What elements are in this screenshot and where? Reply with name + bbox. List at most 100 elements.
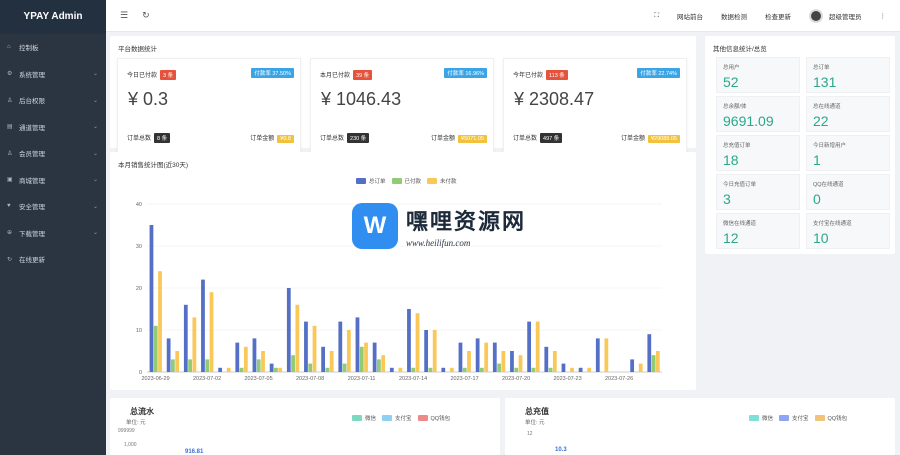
stat-tile-value: 131 (813, 74, 837, 90)
stat-tile-label: QQ在线通道 (813, 182, 844, 188)
bar-2-4 (226, 367, 231, 372)
bar-0-15 (407, 309, 411, 372)
sidebar-item-3[interactable]: ▤ 通道管理 ⌄ (0, 114, 106, 141)
y-tick-label: 10 (136, 328, 142, 334)
bar-1-8 (291, 355, 295, 372)
bar-2-2 (192, 317, 197, 372)
legend-swatch (352, 415, 362, 421)
sidebar-item-1[interactable]: ⚙ 系统管理 ⌄ (0, 61, 106, 88)
more-icon[interactable]: ⋮ (880, 12, 887, 20)
bar-1-13 (377, 359, 381, 372)
stat-tile-value: 12 (723, 230, 739, 246)
sales-chart-panel: 本月销售统计图(近30天) 总订单 已付款 未付款 0 10 20 30 40 2023-06… (110, 152, 696, 390)
bar-0-16 (424, 330, 429, 372)
chevron-down-icon: ⌄ (92, 71, 98, 78)
x-tick-label: 2023-06-29 (142, 376, 170, 382)
x-tick-label: 2023-07-17 (451, 376, 479, 382)
bar-0-0 (149, 225, 154, 372)
sidebar-item-7[interactable]: ⊕ 下载管理 ⌄ (0, 220, 106, 247)
stat-tile: 今日充值订单 3 (716, 174, 800, 210)
flow-y-top-label: 999999 (118, 428, 135, 434)
recharge-y-label: 12 (527, 431, 533, 437)
total-amount-badge: ¥29089.05 (648, 135, 680, 143)
menu-toggle-icon[interactable]: ☰ (120, 10, 128, 21)
bar-0-1 (166, 338, 171, 372)
bar-0-18 (458, 342, 463, 372)
bar-2-17 (449, 367, 454, 372)
other-stats-panel: 其他信息统计/总览 总用户 52 总订单 131 总余额/体 9691.09 总在线通道 22… (705, 36, 895, 254)
stat-tile-label: 支付宝在线通道 (813, 221, 852, 227)
stat-card-header: 今年已付款 113 条 (513, 70, 568, 80)
bar-2-24 (570, 367, 574, 372)
sidebar-item-0[interactable]: ⌂ 控制板 (0, 34, 106, 61)
recharge-panel: 总充值 单位: 元 微信 支付宝 QQ钱包 12 10.3 (505, 398, 895, 455)
bar-2-28 (638, 363, 643, 372)
bar-0-23 (544, 346, 549, 372)
sidebar-item-label: 会员管理 (19, 151, 45, 159)
bar-2-23 (552, 351, 557, 372)
user-name[interactable]: 超级管理员 (829, 11, 862, 21)
bar-2-21 (518, 355, 523, 372)
fullscreen-icon[interactable]: ⛶ (654, 12, 659, 20)
pay-rate-badge: 付款率 16.96% (444, 68, 487, 78)
bar-2-25 (587, 367, 592, 372)
stat-tile: 今日新增用户 1 (806, 135, 890, 171)
stat-tile-label: 今日新增用户 (813, 143, 847, 149)
flow-panel: 总流水 单位: 元 微信 支付宝 QQ钱包 999999 1,000 916.81 (110, 398, 500, 455)
bar-1-0 (153, 325, 158, 372)
bar-2-14 (398, 367, 403, 372)
topbar-link-check-update[interactable]: 检查更新 (765, 11, 791, 21)
bar-2-29 (655, 351, 660, 372)
total-orders-badge: 230 条 (347, 133, 370, 143)
stat-tile: 总在线通道 22 (806, 96, 890, 132)
channel-icon: ▤ (7, 124, 13, 131)
bar-1-10 (325, 367, 330, 372)
legend-label: 支付宝 (395, 416, 412, 422)
sidebar-item-4[interactable]: ♙ 会员管理 ⌄ (0, 140, 106, 167)
bar-0-13 (372, 342, 377, 372)
stat-card: 今日已付款 3 条 付款率 37.50% ¥ 0.3 订单总数 8 条 订单金额 ¥0.8 (117, 58, 301, 154)
sidebar-item-8[interactable]: ↻ 在线更新 (0, 246, 106, 273)
sidebar-item-6[interactable]: ♥ 安全管理 ⌄ (0, 193, 106, 220)
bar-2-6 (261, 351, 265, 372)
chevron-down-icon: ⌄ (92, 150, 98, 157)
user-icon: ♙ (7, 97, 13, 104)
refresh-icon[interactable]: ↻ (142, 10, 150, 21)
legend-swatch (417, 415, 428, 421)
total-orders-label: 订单总数 (513, 136, 538, 142)
bar-0-22 (527, 321, 532, 372)
sidebar-item-2[interactable]: ♙ 后台权限 ⌄ (0, 87, 106, 114)
stat-tile: 总余额/体 9691.09 (716, 96, 800, 132)
paid-count-badge: 3 条 (160, 70, 177, 80)
bar-0-17 (441, 367, 446, 372)
stat-tile-label: 总在线通道 (813, 104, 841, 110)
brand-logo[interactable]: YPAY Admin (0, 0, 106, 34)
sidebar-item-5[interactable]: ▣ 商城管理 ⌄ (0, 167, 106, 194)
bar-2-22 (535, 321, 540, 372)
sidebar-item-label: 安全管理 (19, 204, 45, 212)
topbar-link-frontend[interactable]: 网站前台 (677, 11, 703, 21)
bar-1-12 (359, 346, 364, 372)
stat-tile-label: 总余额/体 (723, 104, 747, 110)
sidebar-item-label: 商城管理 (19, 177, 45, 185)
total-amount: 订单金额 ¥0.8 (250, 133, 294, 143)
stat-card-label: 本月已付款 (320, 73, 351, 79)
bar-1-7 (274, 367, 278, 372)
topbar-link-data-check[interactable]: 数据检测 (721, 11, 747, 21)
legend-swatch (814, 415, 825, 421)
bar-1-16 (428, 367, 433, 372)
stat-tile-value: 22 (813, 113, 829, 129)
bar-2-3 (209, 292, 214, 372)
member-icon: ♙ (7, 150, 13, 157)
bar-1-15 (411, 367, 416, 372)
bar-2-12 (364, 342, 368, 372)
bar-2-18 (467, 351, 471, 372)
recharge-title: 总充值 (525, 407, 549, 416)
stat-card-label: 今年已付款 (513, 73, 544, 79)
download-icon: ⊕ (7, 230, 13, 237)
bar-0-6 (252, 338, 257, 372)
avatar[interactable] (809, 8, 823, 23)
stats-panel-title: 平台数据统计 (118, 46, 157, 53)
total-amount-badge: ¥0.8 (277, 135, 294, 143)
bar-0-11 (338, 321, 343, 372)
